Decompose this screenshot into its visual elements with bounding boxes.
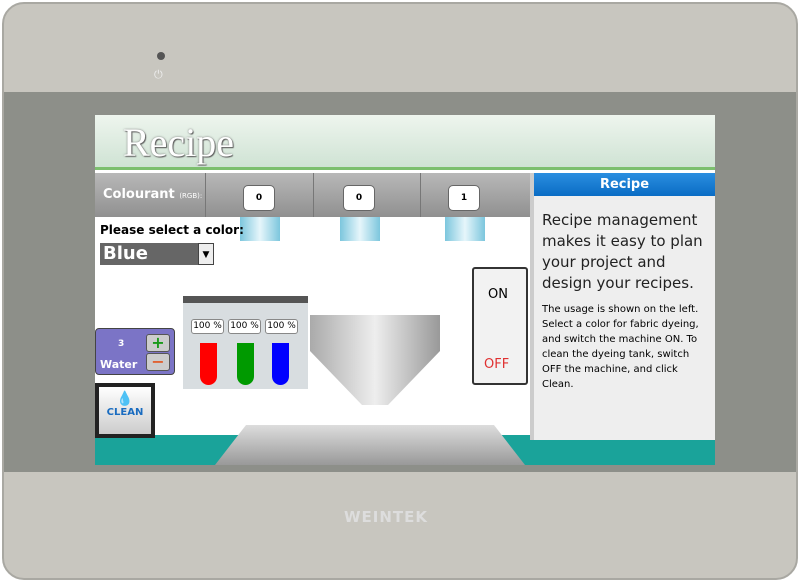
divider	[313, 173, 314, 217]
power-switch[interactable]: ON OFF	[472, 267, 528, 385]
blue-tube	[272, 343, 289, 385]
red-value[interactable]: 0	[243, 185, 275, 211]
pipe	[240, 217, 280, 241]
switch-on-label: ON	[488, 287, 508, 302]
water-label: Water	[100, 358, 138, 371]
blue-percent: 100 %	[265, 319, 298, 334]
clean-button[interactable]: 💧 CLEAN	[95, 383, 155, 438]
water-minus-button[interactable]: −	[146, 353, 170, 371]
power-led	[157, 52, 165, 60]
info-panel: Recipe Recipe management makes it easy t…	[530, 173, 715, 440]
pipe	[445, 217, 485, 241]
red-percent: 100 %	[191, 319, 224, 334]
panel-intro: Recipe management makes it easy to plan …	[542, 211, 703, 292]
water-value: 3	[118, 339, 125, 349]
divider	[420, 173, 421, 217]
panel-usage: The usage is shown on the left. Select a…	[542, 304, 699, 390]
dyeing-tank	[310, 315, 440, 405]
green-percent: 100 %	[228, 319, 261, 334]
select-prompt: Please select a color:	[100, 223, 244, 237]
blue-value[interactable]: 1	[448, 185, 480, 211]
water-drop-icon: 💧	[116, 391, 134, 407]
water-control: 3 Water + −	[95, 328, 175, 375]
brand-logo: WEINTEK	[344, 508, 429, 526]
green-tube	[237, 343, 254, 385]
panel-header: Recipe	[534, 173, 715, 196]
green-value[interactable]: 0	[343, 185, 375, 211]
colourant-label: Colourant (RGB):	[103, 187, 203, 202]
power-icon: ⏻	[154, 68, 163, 81]
red-tube	[200, 343, 217, 385]
color-select[interactable]: Blue ▼	[100, 243, 214, 265]
switch-off-label: OFF	[484, 357, 510, 372]
divider	[205, 173, 206, 217]
chevron-down-icon[interactable]: ▼	[198, 243, 214, 265]
title-bar: Recipe	[95, 115, 715, 170]
water-plus-button[interactable]: +	[146, 334, 170, 352]
colourant-header: Colourant (RGB): 0 0 1	[95, 173, 530, 217]
hmi-screen: Recipe Colourant (RGB): 0 0 1 Please sel…	[95, 115, 715, 465]
machine-base	[215, 425, 525, 465]
colour-tubes-window: 100 % 100 % 100 %	[183, 296, 308, 389]
pipe	[340, 217, 380, 241]
page-title: Recipe	[123, 120, 235, 165]
